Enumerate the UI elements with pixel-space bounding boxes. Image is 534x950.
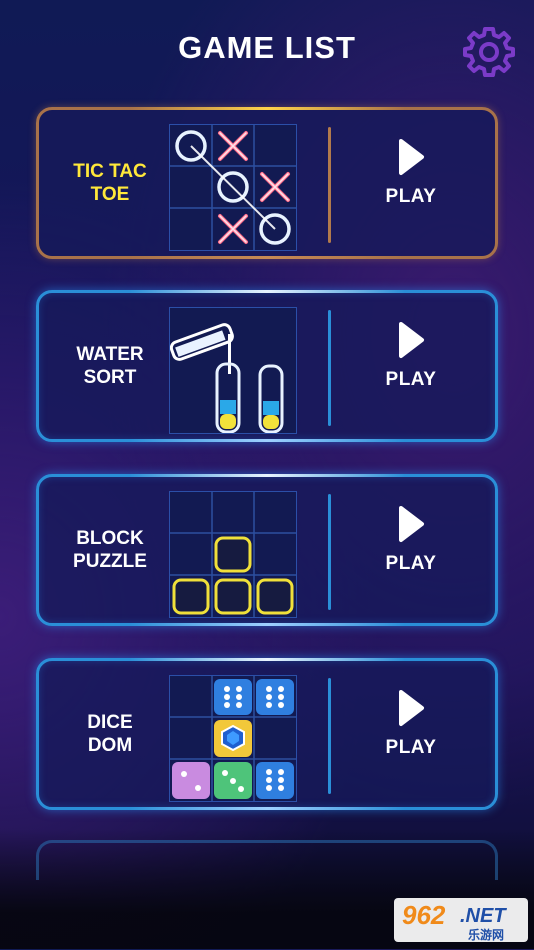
game-card-dice-dom[interactable]: DICE DOM PLAY (36, 658, 498, 810)
svg-text:.NET: .NET (460, 905, 507, 927)
game-name-block-puzzle: BLOCK PUZZLE (73, 528, 147, 572)
play-button-dice-dom[interactable]: PLAY (359, 689, 463, 785)
play-label: PLAY (385, 369, 437, 390)
play-label: PLAY (385, 553, 437, 574)
card-divider (328, 127, 331, 243)
gear-icon (463, 27, 515, 77)
page-title: GAME LIST (178, 30, 356, 65)
card-glow-top (129, 107, 405, 110)
card-divider (328, 678, 331, 794)
game-card-water-sort[interactable]: WATER SORT PLAY (36, 290, 498, 442)
play-icon (399, 139, 424, 175)
next-game-card-partial[interactable] (36, 840, 498, 880)
play-icon (399, 506, 424, 542)
card-glow-bottom (129, 256, 405, 259)
play-icon (399, 690, 424, 726)
play-label: PLAY (385, 737, 437, 758)
tic-tac-toe-thumbnail (169, 124, 297, 251)
game-name-dice-dom: DICE DOM (87, 712, 133, 756)
block-puzzle-thumbnail (169, 491, 297, 618)
play-button-block-puzzle[interactable]: PLAY (359, 505, 463, 601)
card-glow-bottom (129, 623, 405, 626)
game-card-tic-tac-toe[interactable]: TIC TAC TOE PLAY (36, 107, 498, 259)
settings-button[interactable] (462, 24, 516, 78)
card-glow-top (129, 474, 405, 477)
play-button-water-sort[interactable]: PLAY (359, 321, 463, 417)
card-glow-top (129, 290, 405, 293)
dice-dom-thumbnail (169, 675, 297, 802)
play-button-tic-tac-toe[interactable]: PLAY (359, 138, 463, 234)
game-name-tic-tac-toe: TIC TAC TOE (73, 161, 147, 205)
watermark-logo: 962 .NET 乐游网 (394, 895, 530, 945)
play-icon (399, 322, 424, 358)
game-card-block-puzzle[interactable]: BLOCK PUZZLE PLAY (36, 474, 498, 626)
card-divider (328, 494, 331, 610)
water-sort-thumbnail (169, 307, 297, 434)
play-label: PLAY (385, 186, 437, 207)
card-glow-top (129, 658, 405, 661)
card-divider (328, 310, 331, 426)
card-glow-bottom (129, 439, 405, 442)
card-glow-bottom (129, 807, 405, 810)
svg-text:962: 962 (402, 900, 446, 930)
game-name-water-sort: WATER SORT (76, 344, 144, 388)
svg-text:乐游网: 乐游网 (468, 927, 504, 942)
